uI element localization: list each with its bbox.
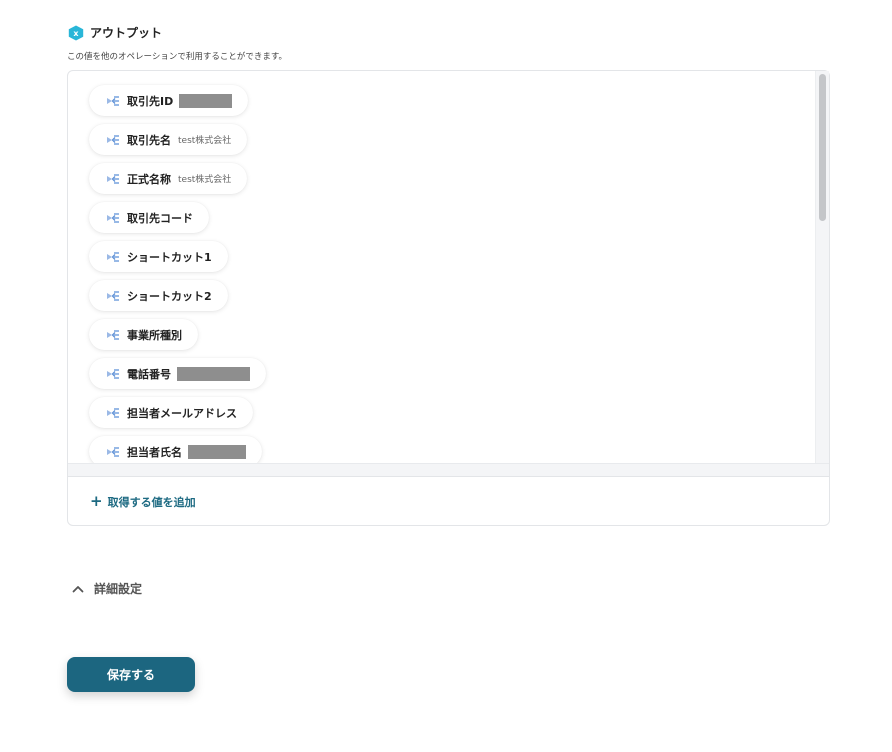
output-chip-denwa-bango[interactable]: 電話番号 — [89, 358, 266, 389]
chevron-up-icon — [72, 585, 84, 592]
svg-text:x: x — [73, 29, 79, 38]
add-output-value-label: 取得する値を追加 — [107, 495, 196, 509]
variable-arrow-icon — [107, 329, 119, 340]
chip-label: ショートカット2 — [127, 289, 212, 303]
chip-value: test株式会社 — [178, 136, 232, 146]
redacted-value — [179, 93, 233, 108]
output-section-header: x アウトプット — [68, 24, 162, 41]
chip-label: 電話番号 — [127, 367, 171, 381]
chip-label: 担当者氏名 — [127, 445, 182, 459]
save-button[interactable]: 保存する — [67, 657, 195, 692]
advanced-settings-toggle[interactable]: 詳細設定 — [72, 580, 142, 597]
output-chip-torihikisaki-mei[interactable]: 取引先名 test株式会社 — [89, 124, 248, 155]
chip-label: 取引先コード — [127, 211, 193, 225]
output-list: 取引先ID 取引先名 test株式会社 正式名称 test株式会社 取引先コード… — [68, 71, 815, 463]
output-chip-tantosha-email[interactable]: 担当者メールアドレス — [89, 397, 253, 428]
chip-value: test株式会社 — [178, 175, 232, 185]
redacted-value — [188, 444, 246, 459]
chip-label: ショートカット1 — [127, 250, 212, 264]
variable-arrow-icon — [107, 368, 119, 379]
advanced-settings-label: 詳細設定 — [94, 582, 143, 596]
output-chip-torihikisaki-id[interactable]: 取引先ID — [89, 85, 249, 116]
variable-arrow-icon — [107, 212, 119, 223]
output-badge-icon: x — [68, 25, 84, 40]
variable-arrow-icon — [107, 251, 119, 262]
output-section-description: この値を他のオペレーションで利用することができます。 — [67, 52, 287, 62]
variable-arrow-icon — [107, 446, 119, 457]
scrollbar-thumb[interactable] — [819, 74, 826, 221]
output-section-title: アウトプット — [90, 26, 163, 40]
chip-label: 取引先ID — [127, 94, 174, 108]
variable-arrow-icon — [107, 173, 119, 184]
output-panel: 取引先ID 取引先名 test株式会社 正式名称 test株式会社 取引先コード… — [67, 70, 830, 526]
variable-arrow-icon — [107, 407, 119, 418]
variable-arrow-icon — [107, 95, 119, 106]
output-chip-seishiki-meisho[interactable]: 正式名称 test株式会社 — [89, 163, 248, 194]
output-chip-jigyosho-shubetsu[interactable]: 事業所種別 — [89, 319, 198, 350]
output-chip-torihikisaki-code[interactable]: 取引先コード — [89, 202, 209, 233]
chip-label: 担当者メールアドレス — [127, 406, 237, 420]
output-list-scrollbar[interactable] — [815, 71, 829, 463]
horizontal-scrollbar[interactable] — [68, 463, 829, 477]
redacted-value — [177, 366, 250, 381]
variable-arrow-icon — [107, 134, 119, 145]
chip-label: 事業所種別 — [127, 328, 182, 342]
output-chip-shortcut2[interactable]: ショートカット2 — [89, 280, 228, 311]
chip-label: 取引先名 — [127, 133, 171, 147]
output-chip-shortcut1[interactable]: ショートカット1 — [89, 241, 228, 272]
output-chip-tantosha-shimei[interactable]: 担当者氏名 — [89, 436, 262, 463]
plus-icon: + — [90, 492, 103, 510]
variable-arrow-icon — [107, 290, 119, 301]
chip-label: 正式名称 — [127, 172, 171, 186]
add-output-value-button[interactable]: + 取得する値を追加 — [68, 478, 829, 525]
